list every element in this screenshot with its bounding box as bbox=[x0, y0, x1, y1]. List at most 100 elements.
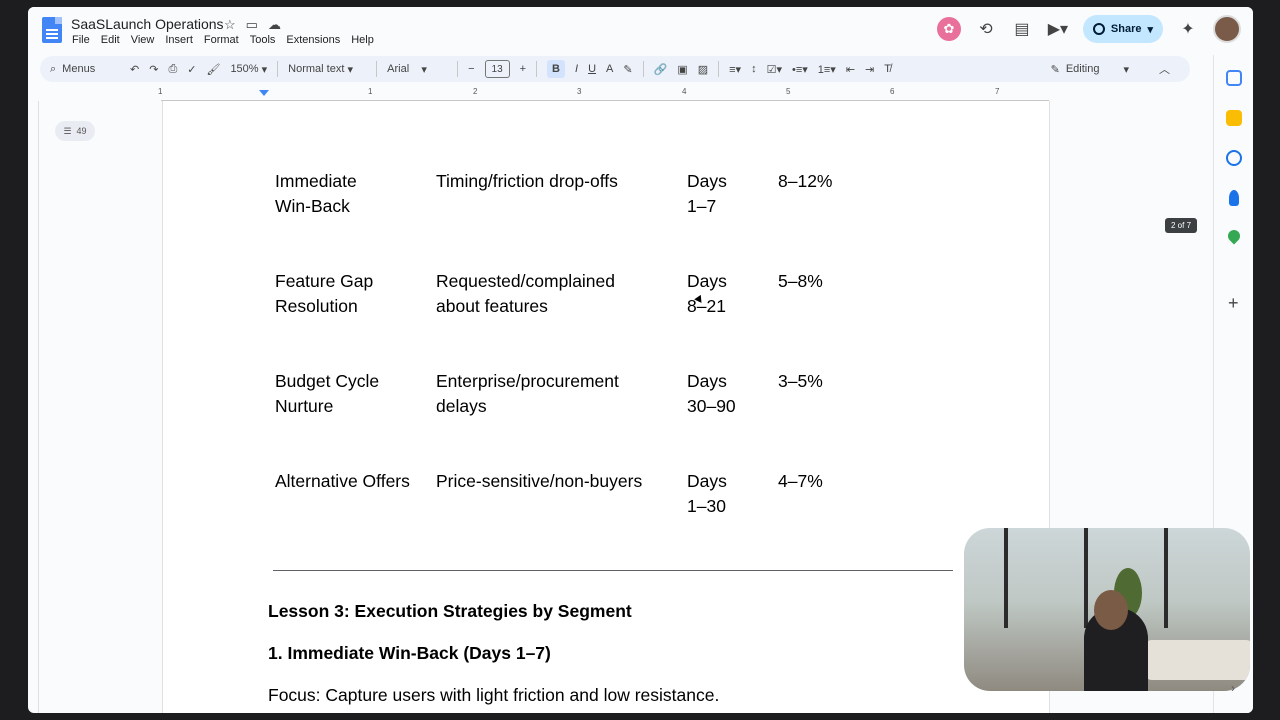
maps-icon[interactable] bbox=[1225, 227, 1243, 245]
italic-icon[interactable]: I bbox=[575, 63, 578, 75]
tasks-icon[interactable] bbox=[1226, 150, 1242, 166]
table-cell[interactable]: Timing/friction drop-offs bbox=[436, 169, 676, 194]
chevron-right-icon[interactable]: › bbox=[1231, 681, 1235, 695]
cell-text: Timing/friction drop-offs bbox=[436, 171, 618, 191]
document-title[interactable]: SaaSLaunch Operations bbox=[71, 16, 224, 32]
chevron-down-icon[interactable]: ▾ bbox=[1147, 23, 1153, 36]
table-cell[interactable]: Price-sensitive/non-buyers bbox=[436, 469, 676, 494]
menu-edit[interactable]: Edit bbox=[101, 34, 120, 46]
keep-icon[interactable] bbox=[1226, 110, 1242, 126]
undo-icon[interactable]: ↶ bbox=[130, 63, 139, 76]
text-color-icon[interactable]: A bbox=[606, 63, 613, 75]
print-icon[interactable]: ⎙ bbox=[168, 63, 177, 76]
table-cell[interactable]: Enterprise/procurement delays bbox=[436, 369, 676, 419]
cell-text: Price-sensitive/non-buyers bbox=[436, 471, 643, 491]
table-cell[interactable]: Requested/complained about features bbox=[436, 269, 676, 319]
calendar-icon[interactable] bbox=[1226, 70, 1242, 86]
ruler-area: 1 1 2 3 4 5 6 7 bbox=[38, 87, 1213, 101]
toolbar-divider bbox=[277, 61, 279, 77]
move-folder-icon[interactable]: ▭ bbox=[246, 17, 258, 33]
table-cell[interactable]: Days 30–90 bbox=[687, 369, 767, 419]
increase-indent-icon[interactable]: ⇥ bbox=[865, 63, 874, 76]
collaborator-avatar[interactable]: ✿ bbox=[936, 17, 961, 41]
font-select[interactable]: Arial ▾ bbox=[387, 63, 447, 76]
zoom-value: 150% bbox=[230, 63, 259, 75]
clear-formatting-icon[interactable]: T̸ bbox=[884, 63, 891, 75]
cloud-saved-icon[interactable]: ☁ bbox=[268, 17, 281, 33]
page-indicator: 2 of 7 bbox=[1165, 218, 1198, 233]
editing-mode-select[interactable]: ✎ Editing ▾ ︿ bbox=[1051, 61, 1170, 77]
link-icon[interactable]: 🔗 bbox=[654, 63, 668, 76]
section-heading[interactable]: 1. Immediate Win-Back (Days 1–7) bbox=[268, 643, 551, 664]
line-spacing-icon[interactable]: ↕ bbox=[751, 63, 757, 75]
style-select[interactable]: Normal text ▾ bbox=[288, 63, 366, 76]
user-avatar[interactable] bbox=[1213, 15, 1241, 43]
share-button[interactable]: Share ▾ bbox=[1082, 15, 1163, 43]
table-cell[interactable]: Feature Gap Resolution bbox=[275, 269, 435, 319]
version-history-icon[interactable]: ⟲ bbox=[975, 19, 997, 39]
numbered-list-icon[interactable]: 1≡▾ bbox=[818, 63, 836, 76]
collapse-menus-icon[interactable]: ︿ bbox=[1159, 61, 1170, 77]
top-right-actions: ✿ ⟲ ▤ ▶▾ Share ▾ ✦ bbox=[936, 15, 1241, 43]
bold-icon[interactable]: B bbox=[547, 60, 566, 78]
menu-file[interactable]: File bbox=[72, 34, 90, 46]
highlight-icon[interactable]: ✎ bbox=[623, 63, 632, 76]
comments-icon[interactable]: ▤ bbox=[1011, 19, 1033, 39]
table-cell[interactable]: 4–7% bbox=[778, 469, 868, 494]
editing-mode-label: Editing bbox=[1065, 63, 1100, 75]
decrease-indent-icon[interactable]: ⇤ bbox=[846, 63, 855, 76]
cell-text: Alternative Offers bbox=[275, 471, 410, 491]
pencil-icon: ✎ bbox=[1050, 63, 1060, 76]
star-icon[interactable]: ☆ bbox=[224, 17, 236, 33]
decrease-font-icon[interactable]: − bbox=[468, 63, 474, 75]
ruler-number: 1 bbox=[368, 87, 373, 96]
focus-paragraph[interactable]: Focus: Capture users with light friction… bbox=[268, 685, 719, 706]
font-size-input[interactable]: 13 bbox=[484, 60, 510, 78]
document-outline-button[interactable]: ☰ 49 bbox=[55, 121, 95, 141]
menu-view[interactable]: View bbox=[131, 34, 155, 46]
title-bar: SaaSLaunch Operations ☆ ▭ ☁ File Edit Vi… bbox=[28, 7, 1253, 55]
indent-marker[interactable] bbox=[259, 90, 269, 96]
menu-tools[interactable]: Tools bbox=[250, 34, 276, 46]
table-cell[interactable]: 3–5% bbox=[778, 369, 868, 394]
share-label: Share bbox=[1110, 23, 1142, 35]
menu-format[interactable]: Format bbox=[204, 34, 239, 46]
add-comment-icon[interactable]: ▣ bbox=[677, 63, 687, 76]
table-cell[interactable]: Days 1–30 bbox=[687, 469, 767, 519]
table-cell[interactable]: Days 8–21 bbox=[687, 269, 767, 319]
redo-icon[interactable]: ↷ bbox=[149, 63, 158, 76]
table-cell[interactable]: Immediate Win-Back bbox=[275, 169, 435, 219]
gemini-sparkle-icon[interactable]: ✦ bbox=[1177, 19, 1199, 39]
insert-image-icon[interactable]: ▨ bbox=[698, 63, 708, 76]
title-actions: ☆ ▭ ☁ bbox=[224, 17, 281, 33]
document-page[interactable]: Immediate Win-Back Timing/friction drop-… bbox=[162, 101, 1050, 713]
lesson-heading[interactable]: Lesson 3: Execution Strategies by Segmen… bbox=[268, 601, 632, 622]
bulleted-list-icon[interactable]: •≡▾ bbox=[792, 63, 808, 76]
table-cell[interactable]: 5–8% bbox=[778, 269, 868, 294]
ruler-number: 6 bbox=[890, 87, 895, 96]
search-menus[interactable]: ⌕ Menus bbox=[50, 63, 120, 76]
menu-insert[interactable]: Insert bbox=[165, 34, 193, 46]
table-cell[interactable]: Days 1–7 bbox=[687, 169, 767, 219]
app-window: SaaSLaunch Operations ☆ ▭ ☁ File Edit Vi… bbox=[28, 7, 1253, 713]
menu-extensions[interactable]: Extensions bbox=[286, 34, 340, 46]
paint-format-icon[interactable]: 🖌 bbox=[206, 63, 220, 76]
meet-icon[interactable]: ▶▾ bbox=[1047, 19, 1069, 39]
add-addon-icon[interactable]: + bbox=[1228, 293, 1239, 314]
underline-icon[interactable]: U bbox=[588, 63, 596, 75]
table-cell[interactable]: Alternative Offers bbox=[275, 469, 435, 494]
align-icon[interactable]: ≡▾ bbox=[729, 63, 741, 76]
checklist-icon[interactable]: ☑▾ bbox=[767, 63, 782, 76]
table-cell[interactable]: Budget Cycle Nurture bbox=[275, 369, 435, 419]
table-cell[interactable]: 8–12% bbox=[778, 169, 868, 194]
zoom-select[interactable]: 150% ▾ bbox=[230, 63, 267, 76]
horizontal-ruler[interactable]: 1 1 2 3 4 5 6 7 bbox=[158, 87, 1049, 101]
cell-text: Requested/complained bbox=[436, 271, 616, 291]
contacts-icon[interactable] bbox=[1229, 190, 1239, 206]
docs-logo-icon[interactable] bbox=[42, 17, 62, 43]
menu-help[interactable]: Help bbox=[351, 34, 374, 46]
spellcheck-icon[interactable]: ✓ bbox=[187, 63, 196, 76]
ruler-number: 1 bbox=[158, 87, 163, 96]
increase-font-icon[interactable]: + bbox=[520, 63, 526, 75]
cell-text: Days bbox=[687, 271, 727, 291]
